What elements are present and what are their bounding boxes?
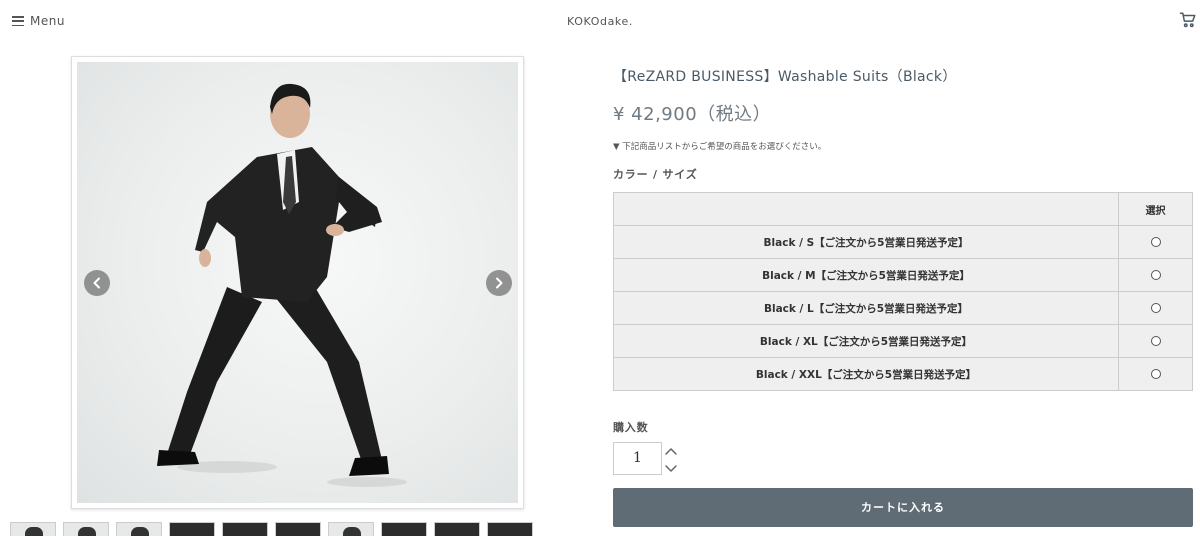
model-in-suit-illustration [157, 83, 407, 487]
variant-radio[interactable] [1150, 336, 1161, 346]
variant-label: Black / XXL【ご注文から5営業日発送予定】 [613, 357, 1119, 391]
variant-label: Black / XL【ご注文から5営業日発送予定】 [613, 324, 1119, 358]
option-label: カラー / サイズ [613, 168, 698, 181]
chevron-left-icon [93, 277, 100, 289]
variant-name-header [613, 192, 1119, 226]
variant-radio[interactable] [1150, 237, 1161, 247]
thumbnail[interactable] [10, 522, 56, 536]
gallery-next-button[interactable] [486, 270, 512, 296]
select-column-header: 選択 [1118, 192, 1193, 226]
chevron-up-icon[interactable] [664, 446, 678, 456]
thumbnail[interactable] [275, 522, 321, 536]
site-header: Menu KOKOdake. [0, 0, 1200, 44]
thumbnail[interactable] [169, 522, 215, 536]
variant-radio[interactable] [1150, 369, 1161, 379]
product-photo [77, 62, 518, 503]
chevron-down-icon[interactable] [664, 464, 678, 474]
variant-radio[interactable] [1150, 270, 1161, 280]
variant-row[interactable]: Black / L【ご注文から5営業日発送予定】 [613, 291, 1193, 325]
cart-icon[interactable] [1179, 11, 1197, 29]
variant-row[interactable]: Black / XL【ご注文から5営業日発送予定】 [613, 324, 1193, 358]
thumbnail[interactable] [116, 522, 162, 536]
selection-note: ▼ 下記商品リストからご希望の商品をお選びください。 [613, 142, 827, 152]
site-logo[interactable]: KOKOdake. [0, 15, 1200, 28]
thumbnail[interactable] [381, 522, 427, 536]
thumbnail[interactable] [434, 522, 480, 536]
variant-row[interactable]: Black / S【ご注文から5営業日発送予定】 [613, 225, 1193, 259]
thumbnail[interactable] [487, 522, 533, 536]
variant-table: 選択 Black / S【ご注文から5営業日発送予定】 Black / M【ご注… [613, 192, 1193, 391]
product-title: 【ReZARD BUSINESS】Washable Suits（Black） [613, 69, 957, 85]
thumbnail[interactable] [63, 522, 109, 536]
variant-label: Black / S【ご注文から5営業日発送予定】 [613, 225, 1119, 259]
variant-label: Black / M【ご注文から5営業日発送予定】 [613, 258, 1119, 292]
variant-table-header: 選択 [613, 192, 1193, 226]
variant-label: Black / L【ご注文から5営業日発送予定】 [613, 291, 1119, 325]
add-to-cart-button[interactable]: カートに入れる [613, 488, 1193, 527]
quantity-input[interactable]: 1 [613, 442, 662, 475]
chevron-right-icon [496, 277, 503, 289]
thumbnail[interactable] [328, 522, 374, 536]
quantity-stepper [664, 446, 678, 474]
gallery-prev-button[interactable] [84, 270, 110, 296]
variant-radio[interactable] [1150, 303, 1161, 313]
variant-row[interactable]: Black / M【ご注文から5営業日発送予定】 [613, 258, 1193, 292]
variant-row[interactable]: Black / XXL【ご注文から5営業日発送予定】 [613, 357, 1193, 391]
product-price: ¥ 42,900（税込） [613, 104, 772, 125]
thumbnail-strip [10, 522, 533, 536]
product-main-image[interactable] [71, 56, 524, 509]
thumbnail[interactable] [222, 522, 268, 536]
quantity-label: 購入数 [613, 421, 649, 434]
